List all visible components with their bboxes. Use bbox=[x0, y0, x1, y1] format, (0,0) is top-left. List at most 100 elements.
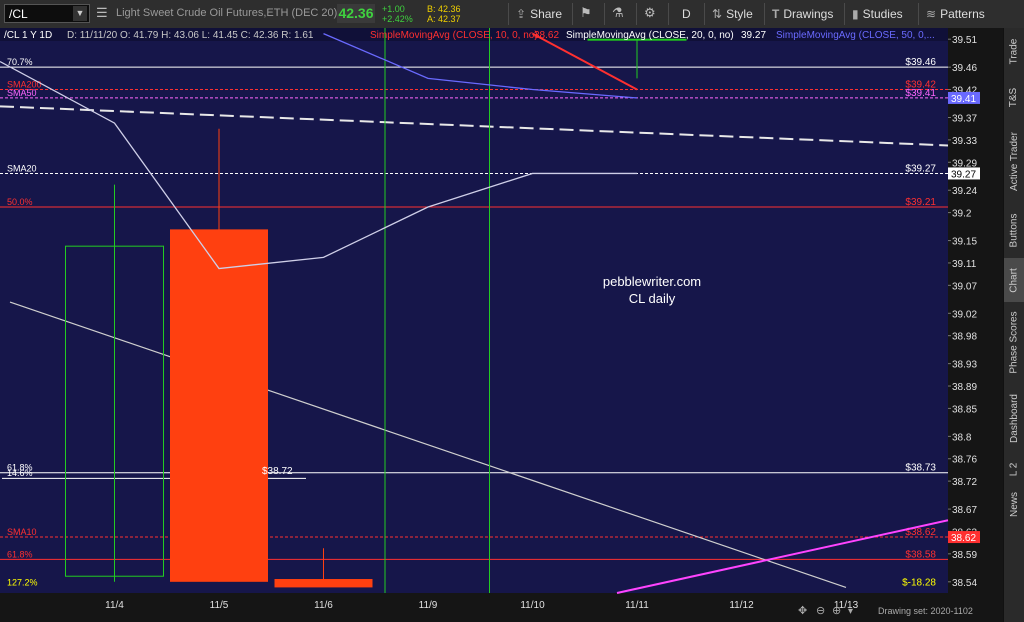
level-left-label: 127.2% bbox=[7, 577, 38, 587]
y-tick-label: 38.59 bbox=[952, 550, 977, 561]
bid-price: B: 42.36 bbox=[427, 4, 461, 14]
price-badge-text: 38.62 bbox=[951, 533, 976, 544]
y-tick-label: 38.76 bbox=[952, 455, 977, 466]
tab-trade[interactable]: Trade bbox=[1004, 28, 1024, 74]
share-label: Share bbox=[530, 7, 563, 21]
symbol-input[interactable]: /CL ▼ bbox=[4, 4, 90, 23]
tab-label: Dashboard bbox=[1008, 393, 1020, 443]
y-tick-label: 39.11 bbox=[952, 259, 977, 270]
pan-arrows-icon[interactable]: ✥ bbox=[798, 605, 807, 617]
y-tick-label: 38.98 bbox=[952, 332, 977, 343]
flask-icon[interactable]: ⚗ bbox=[612, 5, 624, 21]
level-right-label: $39.46 bbox=[905, 57, 936, 68]
sliders-icon: ⇅ bbox=[712, 7, 723, 21]
level-right-label: $38.73 bbox=[905, 463, 936, 474]
zoom-in-icon[interactable]: ⊕ bbox=[832, 605, 841, 617]
level-left-label: 70.7% bbox=[7, 57, 33, 67]
study-sma20-label: SimpleMovingAvg (CLOSE, 20, 0, no) bbox=[566, 30, 734, 41]
pct-change: +2.42% bbox=[382, 14, 413, 24]
level-left-label: 61.8% bbox=[7, 549, 33, 559]
share-button[interactable]: ⇪ Share bbox=[516, 4, 562, 24]
x-tick-label: 11/5 bbox=[210, 600, 229, 611]
tab-time-and-sales[interactable]: T&S bbox=[1004, 74, 1024, 120]
studies-button[interactable]: ▮ Studies bbox=[852, 4, 903, 24]
divider bbox=[668, 3, 669, 25]
bar-chart-icon: ▮ bbox=[852, 7, 859, 21]
candle-body[interactable] bbox=[274, 579, 373, 588]
style-label: Style bbox=[726, 7, 753, 21]
level-price-label: $38.72 bbox=[262, 466, 293, 477]
y-tick-label: 38.8 bbox=[952, 432, 972, 443]
flag-icon[interactable]: ⚑ bbox=[580, 5, 592, 21]
tab-label: T&S bbox=[1008, 87, 1020, 107]
tab-label: News bbox=[1008, 491, 1020, 517]
drawing-set-label[interactable]: Drawing set: 2020-1102 bbox=[878, 606, 973, 616]
y-tick-label: 38.72 bbox=[952, 477, 977, 488]
level-right-label: $38.58 bbox=[905, 549, 936, 560]
patterns-button[interactable]: ≋ Patterns bbox=[926, 4, 985, 24]
y-tick-label: 39.37 bbox=[952, 114, 977, 125]
x-tick-label: 11/10 bbox=[520, 600, 545, 611]
level-left-label: SMA10 bbox=[7, 527, 37, 537]
level-left-label: SMA50 bbox=[7, 88, 37, 98]
y-tick-label: 38.67 bbox=[952, 505, 977, 516]
tab-news[interactable]: News bbox=[1004, 484, 1024, 524]
right-sidebar: Trade T&S Active Trader Buttons Chart Ph… bbox=[1003, 28, 1024, 622]
chart-symbol-period: /CL 1 Y 1D bbox=[4, 30, 52, 41]
tab-label: Buttons bbox=[1008, 213, 1020, 247]
study-sma20-value: 39.27 bbox=[741, 30, 766, 41]
tab-label: Trade bbox=[1008, 38, 1020, 64]
level-right-label: $39.21 bbox=[905, 197, 936, 208]
style-button[interactable]: ⇅ Style bbox=[712, 4, 753, 24]
gear-icon[interactable]: ⚙ bbox=[644, 5, 656, 21]
study-sma10-label: SimpleMovingAvg (CLOSE, 10, 0, no) bbox=[370, 30, 538, 41]
divider bbox=[918, 3, 919, 25]
aggregation-button[interactable]: D bbox=[682, 4, 691, 24]
divider bbox=[636, 3, 637, 25]
studies-label: Studies bbox=[862, 7, 903, 21]
y-tick-label: 39.15 bbox=[952, 237, 977, 248]
tab-label: Phase Scores bbox=[1008, 310, 1020, 374]
tab-dashboard[interactable]: Dashboard bbox=[1004, 382, 1024, 454]
candle-body[interactable] bbox=[170, 229, 268, 582]
divider bbox=[764, 3, 765, 25]
aggregation-label: D bbox=[682, 7, 691, 21]
tab-active-trader[interactable]: Active Trader bbox=[1004, 120, 1024, 202]
drawings-label: Drawings bbox=[783, 7, 834, 21]
menu-icon[interactable]: ☰ bbox=[96, 5, 108, 21]
divider bbox=[604, 3, 605, 25]
tab-label: Chart bbox=[1008, 267, 1020, 293]
divider bbox=[704, 3, 705, 25]
y-tick-label: 38.54 bbox=[952, 578, 977, 589]
zoom-out-icon[interactable]: ⊖ bbox=[816, 605, 825, 617]
x-tick-label: 11/11 bbox=[625, 600, 649, 611]
y-tick-label: 39.33 bbox=[952, 136, 977, 147]
level-right-label: $39.41 bbox=[905, 88, 936, 99]
drawings-button[interactable]: T Drawings bbox=[772, 4, 833, 24]
tab-label: Active Trader bbox=[1008, 131, 1020, 191]
share-icon: ⇪ bbox=[516, 7, 527, 21]
patterns-label: Patterns bbox=[940, 7, 985, 21]
chevron-down-icon[interactable]: ▼ bbox=[73, 6, 87, 21]
x-tick-label: 11/9 bbox=[419, 600, 438, 611]
y-tick-label: 39.46 bbox=[952, 63, 977, 74]
ohlc-readout: D: 11/11/20 O: 41.79 H: 43.06 L: 41.45 C… bbox=[67, 30, 314, 41]
text-tool-icon: T bbox=[772, 7, 780, 21]
tab-label: L 2 bbox=[1008, 462, 1020, 476]
y-tick-label: 38.89 bbox=[952, 382, 977, 393]
patterns-icon: ≋ bbox=[926, 7, 937, 21]
tab-buttons[interactable]: Buttons bbox=[1004, 202, 1024, 258]
tab-level-2[interactable]: L 2 bbox=[1004, 454, 1024, 484]
net-change: +1.00 bbox=[382, 4, 405, 14]
y-tick-label: 38.85 bbox=[952, 404, 977, 415]
y-tick-label: 38.93 bbox=[952, 360, 977, 371]
top-toolbar: /CL ▼ ☰ Light Sweet Crude Oil Futures,ET… bbox=[0, 0, 1024, 29]
symbol-text: /CL bbox=[9, 7, 28, 21]
divider bbox=[508, 3, 509, 25]
tab-phase-scores[interactable]: Phase Scores bbox=[1004, 302, 1024, 382]
study-sma50-label: SimpleMovingAvg (CLOSE, 50, 0,... bbox=[776, 30, 935, 41]
tab-chart[interactable]: Chart bbox=[1004, 258, 1024, 302]
study-sma10-value: 38.62 bbox=[534, 30, 559, 41]
collapse-icon[interactable]: ▾ bbox=[848, 606, 853, 617]
price-chart[interactable]: 70.7% $39.46SMA200 $39.42SMA50 $39.41SMA20 $… bbox=[0, 28, 1004, 622]
